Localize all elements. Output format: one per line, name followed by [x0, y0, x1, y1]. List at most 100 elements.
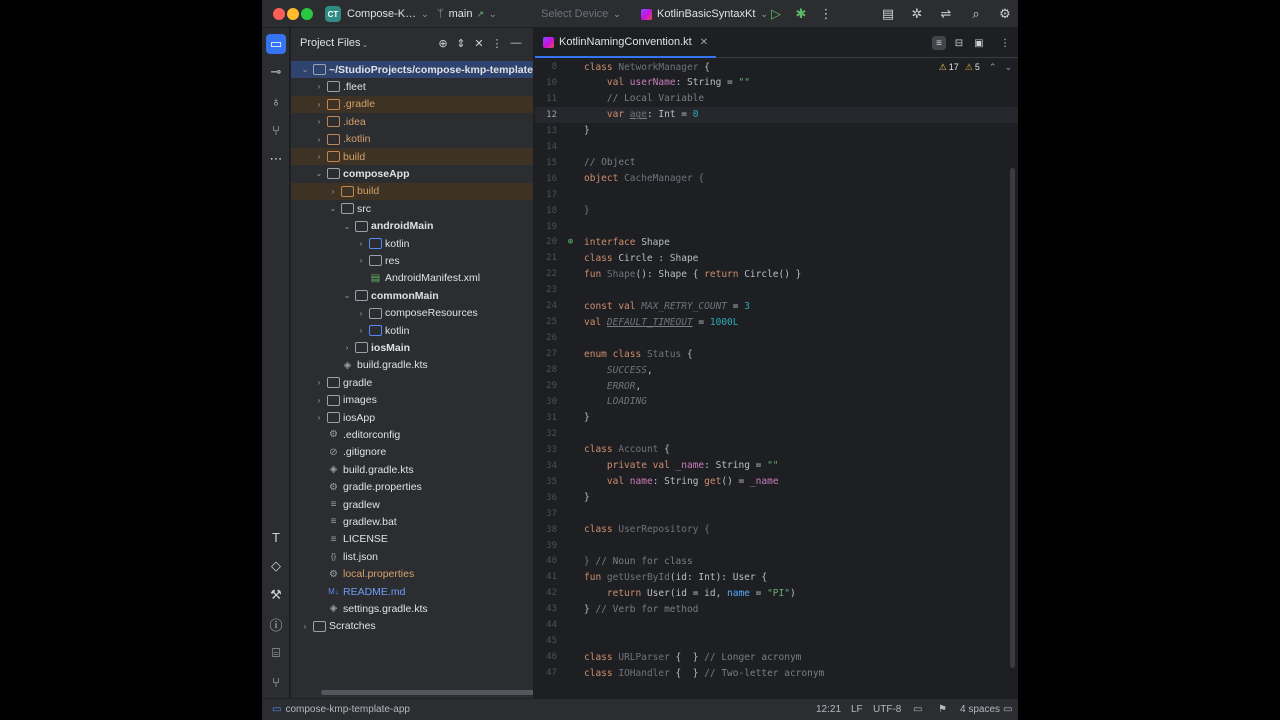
- chevron-right-icon[interactable]: ›: [313, 152, 325, 161]
- chevron-right-icon[interactable]: ›: [327, 187, 339, 196]
- code-line[interactable]: 31}: [535, 410, 1018, 426]
- code-line[interactable]: 22 fun Shape(): Shape { return Circle() }: [535, 266, 1018, 282]
- device-manager-icon[interactable]: ▤: [879, 5, 897, 23]
- code-line[interactable]: 38 class UserRepository {: [535, 522, 1018, 538]
- implemented-icon[interactable]: ⊕: [557, 237, 584, 247]
- tree-item[interactable]: ≡ gradlew.bat: [291, 513, 533, 530]
- tree-item[interactable]: › res: [291, 252, 533, 269]
- code-line[interactable]: 26: [535, 330, 1018, 346]
- vertical-scrollbar[interactable]: [1010, 168, 1015, 668]
- code-line[interactable]: 37: [535, 506, 1018, 522]
- tree-item[interactable]: ⚙ local.properties: [291, 566, 533, 583]
- chevron-up-icon[interactable]: ⌃: [989, 62, 997, 73]
- tree-item[interactable]: › .gradle: [291, 95, 533, 113]
- chevron-right-icon[interactable]: ›: [341, 343, 353, 352]
- inspection-widget[interactable]: ⚠ 17 ⚠ 5 ⌃ ⌄: [932, 59, 1012, 75]
- code-line[interactable]: 25 val DEFAULT_TIMEOUT = 1000L: [535, 314, 1018, 330]
- chevron-right-icon[interactable]: ›: [313, 135, 325, 144]
- file-encoding[interactable]: UTF-8: [873, 704, 901, 715]
- tree-item[interactable]: › build: [291, 182, 533, 200]
- preview-icon[interactable]: ▣: [972, 36, 986, 50]
- more-actions-icon[interactable]: ⋮: [817, 5, 835, 23]
- locate-icon[interactable]: ⊕: [436, 36, 450, 50]
- tree-item[interactable]: ◈ build.gradle.kts: [291, 357, 533, 374]
- tree-item[interactable]: › kotlin: [291, 235, 533, 252]
- run-config-selector[interactable]: KotlinBasicSyntaxKt ⌄: [641, 0, 768, 28]
- run-icon[interactable]: ▷: [767, 5, 785, 23]
- settings-gear-icon[interactable]: ⚙: [996, 5, 1014, 23]
- tree-item[interactable]: › kotlin: [291, 322, 533, 339]
- code-line[interactable]: 20 ⊕ interface Shape: [535, 234, 1018, 250]
- code-editor[interactable]: 8 class NetworkManager {10 val userName: …: [535, 59, 1018, 698]
- code-line[interactable]: 19: [535, 219, 1018, 235]
- terminal-icon[interactable]: ⌸: [266, 643, 286, 663]
- minimize-window-button[interactable]: [287, 8, 299, 20]
- code-line[interactable]: 27 enum class Status {: [535, 346, 1018, 362]
- tree-item[interactable]: › build: [291, 148, 533, 165]
- chevron-down-icon[interactable]: ⌄: [1004, 62, 1012, 73]
- chevron-right-icon[interactable]: ›: [313, 117, 325, 126]
- project-selector[interactable]: CT Compose-K… ⌄: [325, 0, 429, 28]
- code-line[interactable]: 17: [535, 187, 1018, 203]
- code-line[interactable]: 39: [535, 538, 1018, 554]
- tree-item[interactable]: ◈ settings.gradle.kts: [291, 600, 533, 617]
- branch-selector[interactable]: ᛘ main ↗ ⌄: [437, 0, 497, 28]
- tree-item[interactable]: {} list.json: [291, 548, 533, 565]
- problems-icon[interactable]: ⓘ: [266, 614, 286, 634]
- breadcrumb[interactable]: ▭ compose-kmp-template-app: [272, 704, 410, 715]
- readonly-toggle-icon[interactable]: ▭: [913, 704, 922, 715]
- code-line[interactable]: 47 class IOHandler { } // Two-letter acro…: [535, 665, 1018, 681]
- tree-item[interactable]: ⌄ composeApp: [291, 165, 533, 182]
- chevron-right-icon[interactable]: ›: [355, 239, 367, 248]
- chevron-right-icon[interactable]: ›: [313, 82, 325, 91]
- code-line[interactable]: 10 val userName: String = "": [535, 75, 1018, 91]
- chevron-right-icon[interactable]: ›: [313, 396, 325, 405]
- tree-item[interactable]: › images: [291, 392, 533, 409]
- project-folder-icon[interactable]: ▭: [266, 34, 286, 54]
- code-line[interactable]: 16 object CacheManager {: [535, 171, 1018, 187]
- code-line[interactable]: 34 private val _name: String = "": [535, 458, 1018, 474]
- tree-item[interactable]: ⌄ commonMain: [291, 287, 533, 304]
- horizontal-scrollbar[interactable]: [321, 690, 533, 695]
- debug-icon[interactable]: ✱: [792, 5, 810, 23]
- code-style-icon[interactable]: ⚑: [938, 704, 947, 715]
- more-tools-icon[interactable]: ⋯: [266, 149, 286, 169]
- indent-setting[interactable]: 4 spaces: [960, 704, 1000, 715]
- chevron-down-icon[interactable]: ⌄: [299, 65, 311, 74]
- editor-options-icon[interactable]: ⋮: [998, 36, 1012, 50]
- code-line[interactable]: 42 return User(id = id, name = "PI"): [535, 585, 1018, 601]
- code-line[interactable]: 24 const val MAX_RETRY_COUNT = 3: [535, 298, 1018, 314]
- tree-item[interactable]: ≡ gradlew: [291, 496, 533, 513]
- panel-title[interactable]: Project Files: [300, 37, 361, 49]
- chevron-down-icon[interactable]: ⌄: [341, 291, 353, 300]
- chevron-right-icon[interactable]: ›: [355, 256, 367, 265]
- chevron-right-icon[interactable]: ›: [313, 413, 325, 422]
- plugins-icon[interactable]: ✲: [908, 5, 926, 23]
- code-line[interactable]: 14: [535, 139, 1018, 155]
- tree-item[interactable]: ⌄ src: [291, 200, 533, 217]
- code-line[interactable]: 15 // Object: [535, 155, 1018, 171]
- tree-item[interactable]: ⚙ .editorconfig: [291, 426, 533, 443]
- tree-item[interactable]: ◈ build.gradle.kts: [291, 461, 533, 478]
- split-view-icon[interactable]: ⊟: [952, 36, 966, 50]
- tree-item[interactable]: M↓ README.md: [291, 583, 533, 600]
- tree-item[interactable]: ▤ AndroidManifest.xml: [291, 270, 533, 287]
- close-icon[interactable]: ✕: [700, 37, 708, 48]
- caret-position[interactable]: 12:21: [816, 704, 841, 715]
- tab-kotlin-naming-convention[interactable]: KotlinNamingConvention.kt ✕: [535, 28, 717, 58]
- chevron-down-icon[interactable]: ⌄: [327, 204, 339, 213]
- vcs-icon[interactable]: ⇌: [937, 5, 955, 23]
- tree-item[interactable]: › .kotlin: [291, 131, 533, 148]
- notifications-icon[interactable]: ▭: [1003, 704, 1012, 715]
- chevron-right-icon[interactable]: ›: [355, 309, 367, 318]
- tree-item[interactable]: › Scratches: [291, 618, 533, 635]
- hide-icon[interactable]: —: [509, 36, 523, 50]
- code-line[interactable]: 18}: [535, 203, 1018, 219]
- tree-item[interactable]: › composeResources: [291, 305, 533, 322]
- commit-icon[interactable]: ⊸: [266, 62, 286, 82]
- tree-item[interactable]: ⌄ androidMain: [291, 218, 533, 235]
- pull-requests-icon[interactable]: ⑂: [266, 120, 286, 140]
- chevron-right-icon[interactable]: ›: [313, 378, 325, 387]
- device-selector[interactable]: Select Device ⌄: [541, 0, 621, 28]
- code-line[interactable]: 21 class Circle : Shape: [535, 250, 1018, 266]
